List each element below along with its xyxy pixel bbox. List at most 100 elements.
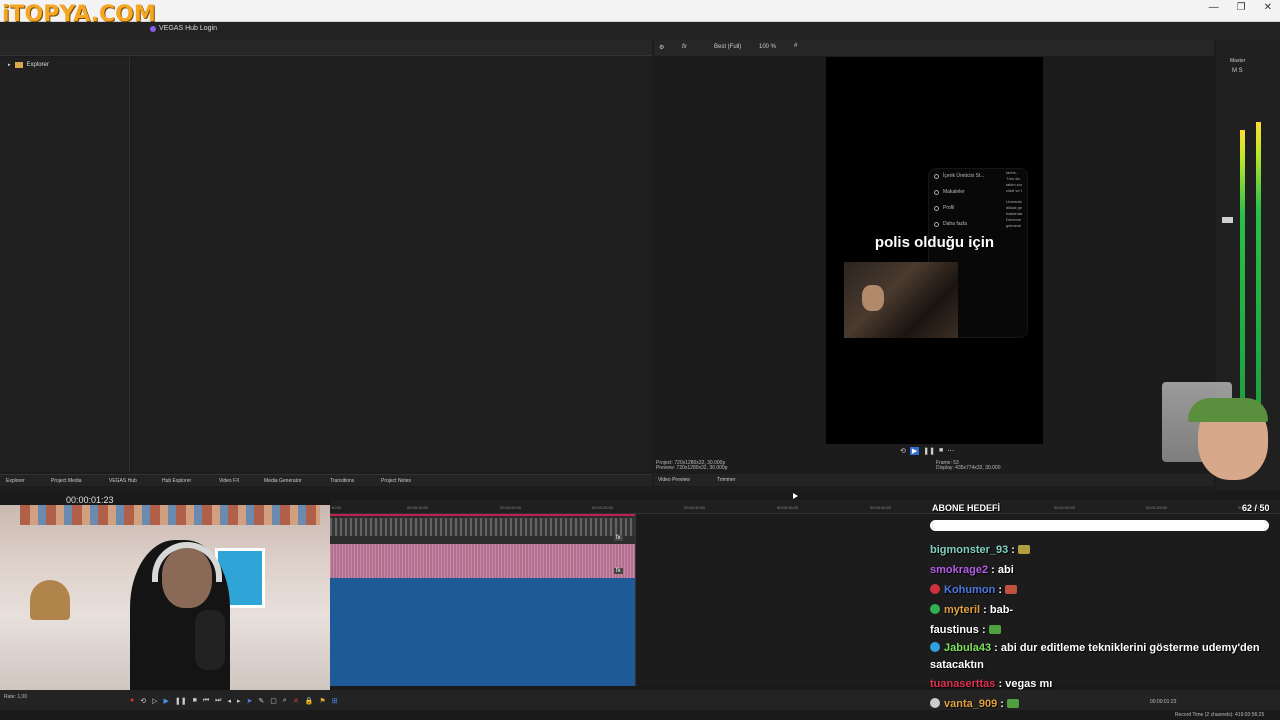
zoom-tool-icon[interactable]: ⌕ bbox=[283, 697, 287, 705]
chat-text: vegas mı bbox=[1005, 678, 1053, 690]
chat-separator: : bbox=[978, 624, 989, 636]
zoom-dropdown[interactable]: 100 % bbox=[759, 44, 776, 50]
event-fx-button[interactable]: fx bbox=[614, 535, 623, 541]
level-meter-right bbox=[1256, 122, 1261, 410]
pause-button[interactable]: ❚❚ bbox=[175, 697, 187, 705]
stop-button[interactable]: ■ bbox=[939, 447, 943, 455]
ruler-tick: 00:01:00:00 bbox=[1054, 505, 1076, 510]
vegas-hub-icon bbox=[150, 25, 156, 32]
tab-vegas-hub[interactable]: VEGAS Hub bbox=[109, 478, 137, 484]
event-fx-button[interactable]: fx bbox=[614, 568, 623, 574]
subscriber-goal-label: ABONE HEDEFİ bbox=[932, 503, 1001, 513]
tab-project-media[interactable]: Project Media bbox=[51, 478, 82, 484]
ruler-tick: 00:00:40:00 bbox=[870, 505, 892, 510]
level-meter-left bbox=[1240, 130, 1245, 410]
chat-emote-icon bbox=[1018, 545, 1031, 554]
ruler-tick: 00:00:20:00 bbox=[500, 505, 522, 510]
ruler-tick: 00:00:30:00 bbox=[684, 505, 706, 510]
marker-icon[interactable]: ⚑ bbox=[319, 697, 325, 705]
explorer-file-list[interactable] bbox=[131, 57, 652, 472]
grid-icon[interactable]: # bbox=[794, 43, 797, 49]
tab-media-generator[interactable]: Media Generator bbox=[264, 478, 302, 484]
play-button[interactable]: ▶ bbox=[164, 697, 169, 705]
maximize-button[interactable]: ❐ bbox=[1237, 2, 1246, 13]
tab-transitions[interactable]: Transitions bbox=[330, 478, 354, 484]
minimize-button[interactable]: — bbox=[1209, 2, 1219, 13]
video-event-blue[interactable] bbox=[330, 578, 635, 686]
thumbnail-person bbox=[862, 285, 884, 311]
window-docking-tabs: Explorer Project Media VEGAS Hub Hub Exp… bbox=[0, 474, 652, 486]
hub-login-button[interactable]: VEGAS Hub Login bbox=[150, 25, 217, 32]
tab-video-fx[interactable]: Video FX bbox=[219, 478, 239, 484]
tab-project-notes[interactable]: Project Notes bbox=[381, 478, 411, 484]
chat-text: abi bbox=[997, 564, 1014, 576]
lock-icon[interactable]: 🔒 bbox=[305, 697, 314, 705]
previous-frame-button[interactable]: ◂ bbox=[227, 697, 231, 705]
chat-message: tuanaserttas : vegas mı bbox=[930, 674, 1270, 694]
tab-hub-explorer[interactable]: Hub Explorer bbox=[162, 478, 191, 484]
go-to-start-button[interactable]: ⏮ bbox=[203, 697, 209, 705]
ruler-tick: 00:00:15:00 bbox=[407, 505, 429, 510]
subscriber-goal-count: 62 / 50 bbox=[1242, 503, 1270, 513]
timeline-ruler[interactable]: 00:00:10:00 00:00:15:00 00:00:20:00 00:0… bbox=[320, 500, 1280, 514]
ruler-tick: 00:00:35:00 bbox=[777, 505, 799, 510]
chat-username: vanta_909 bbox=[944, 698, 998, 710]
fx-icon[interactable]: fx bbox=[682, 44, 687, 50]
more-icon bbox=[934, 221, 939, 227]
normal-edit-tool-icon[interactable]: ➤ bbox=[247, 697, 253, 705]
quality-dropdown[interactable]: Best (Full) bbox=[714, 44, 741, 50]
next-frame-button[interactable]: ▸ bbox=[237, 697, 241, 705]
chat-message: Jabula43 : abi dur editleme tekniklerini… bbox=[930, 640, 1270, 674]
chat-badge-icon bbox=[930, 604, 940, 614]
tab-trimmer[interactable]: Trimmer bbox=[717, 477, 735, 483]
tab-video-preview[interactable]: Video Preview bbox=[658, 477, 690, 483]
microphone-icon bbox=[195, 610, 225, 670]
audio-event[interactable] bbox=[330, 544, 635, 578]
more-icon[interactable]: ⋯ bbox=[947, 447, 954, 455]
preview-toolbar: ⚙ fx Best (Full) 100 % # bbox=[654, 40, 1214, 56]
tree-item-explorer[interactable]: ▸ Explorer bbox=[8, 62, 49, 68]
chat-message: smokrage2 : abi bbox=[930, 560, 1270, 580]
folder-icon bbox=[14, 62, 23, 68]
pause-button[interactable]: ❚❚ bbox=[923, 447, 935, 455]
play-from-start-button[interactable]: ▷ bbox=[152, 697, 157, 705]
mute-solo-buttons[interactable]: M S bbox=[1232, 68, 1243, 74]
chat-username: bigmonster_93 bbox=[930, 544, 1009, 556]
tree-item-label: Explorer bbox=[26, 62, 49, 68]
master-fader[interactable] bbox=[1222, 217, 1233, 223]
stop-button[interactable]: ■ bbox=[193, 697, 197, 705]
chat-separator: : bbox=[980, 604, 990, 616]
timeline-transport: ● ⟲ ▷ ▶ ❚❚ ■ ⏮ ⏭ ◂ ▸ ➤ ✎ ▢ ⌕ ✕ 🔒 ⚑ ⊞ bbox=[130, 697, 338, 705]
chat-message: Kohumon : bbox=[930, 580, 1270, 600]
loop-icon[interactable]: ⟲ bbox=[140, 697, 146, 705]
chat-username: Kohumon bbox=[944, 584, 996, 596]
chat-message: vanta_909 : bbox=[930, 694, 1270, 714]
project-info: Project: 720x1280x32, 30.000p Preview: 7… bbox=[656, 461, 727, 471]
timeline-timecode[interactable]: 00:00:01:23 bbox=[66, 495, 114, 505]
selection-tool-icon[interactable]: ▢ bbox=[270, 697, 277, 705]
menu-item-label: Daha fazla bbox=[943, 221, 967, 227]
webcam-helmet-prop bbox=[30, 580, 70, 620]
loop-icon[interactable]: ⟲ bbox=[900, 447, 906, 455]
title-bar bbox=[0, 0, 1280, 22]
close-button[interactable]: ✕ bbox=[1264, 2, 1272, 13]
tab-explorer[interactable]: Explorer bbox=[6, 478, 25, 484]
frame-info: Frame: 53 Display: 435x774x32, 30.000 bbox=[936, 461, 1001, 471]
chat-message: faustinus : bbox=[930, 620, 1270, 640]
chat-message: bigmonster_93 : bbox=[930, 540, 1270, 560]
ruler-tick: 00:01:05:00 bbox=[1146, 505, 1168, 510]
side-text-line: gelmemi bbox=[1006, 223, 1022, 228]
chat-text: bab- bbox=[989, 604, 1014, 616]
record-button[interactable]: ● bbox=[130, 697, 134, 705]
video-caption: polis olduğu için bbox=[874, 234, 995, 251]
chat-emote-icon bbox=[988, 625, 1001, 634]
go-to-end-button[interactable]: ⏭ bbox=[215, 697, 221, 705]
envelope-tool-icon[interactable]: ✎ bbox=[258, 697, 264, 705]
snap-icon[interactable]: ⊞ bbox=[332, 697, 338, 705]
play-button[interactable]: ▶ bbox=[909, 447, 920, 455]
menu-item-label: Makaleler bbox=[943, 189, 965, 195]
delete-icon[interactable]: ✕ bbox=[293, 697, 299, 705]
expand-arrow-icon[interactable]: ▸ bbox=[8, 62, 11, 68]
rate-label: Rate: 1,00 bbox=[4, 694, 28, 700]
gear-icon[interactable]: ⚙ bbox=[659, 44, 664, 51]
